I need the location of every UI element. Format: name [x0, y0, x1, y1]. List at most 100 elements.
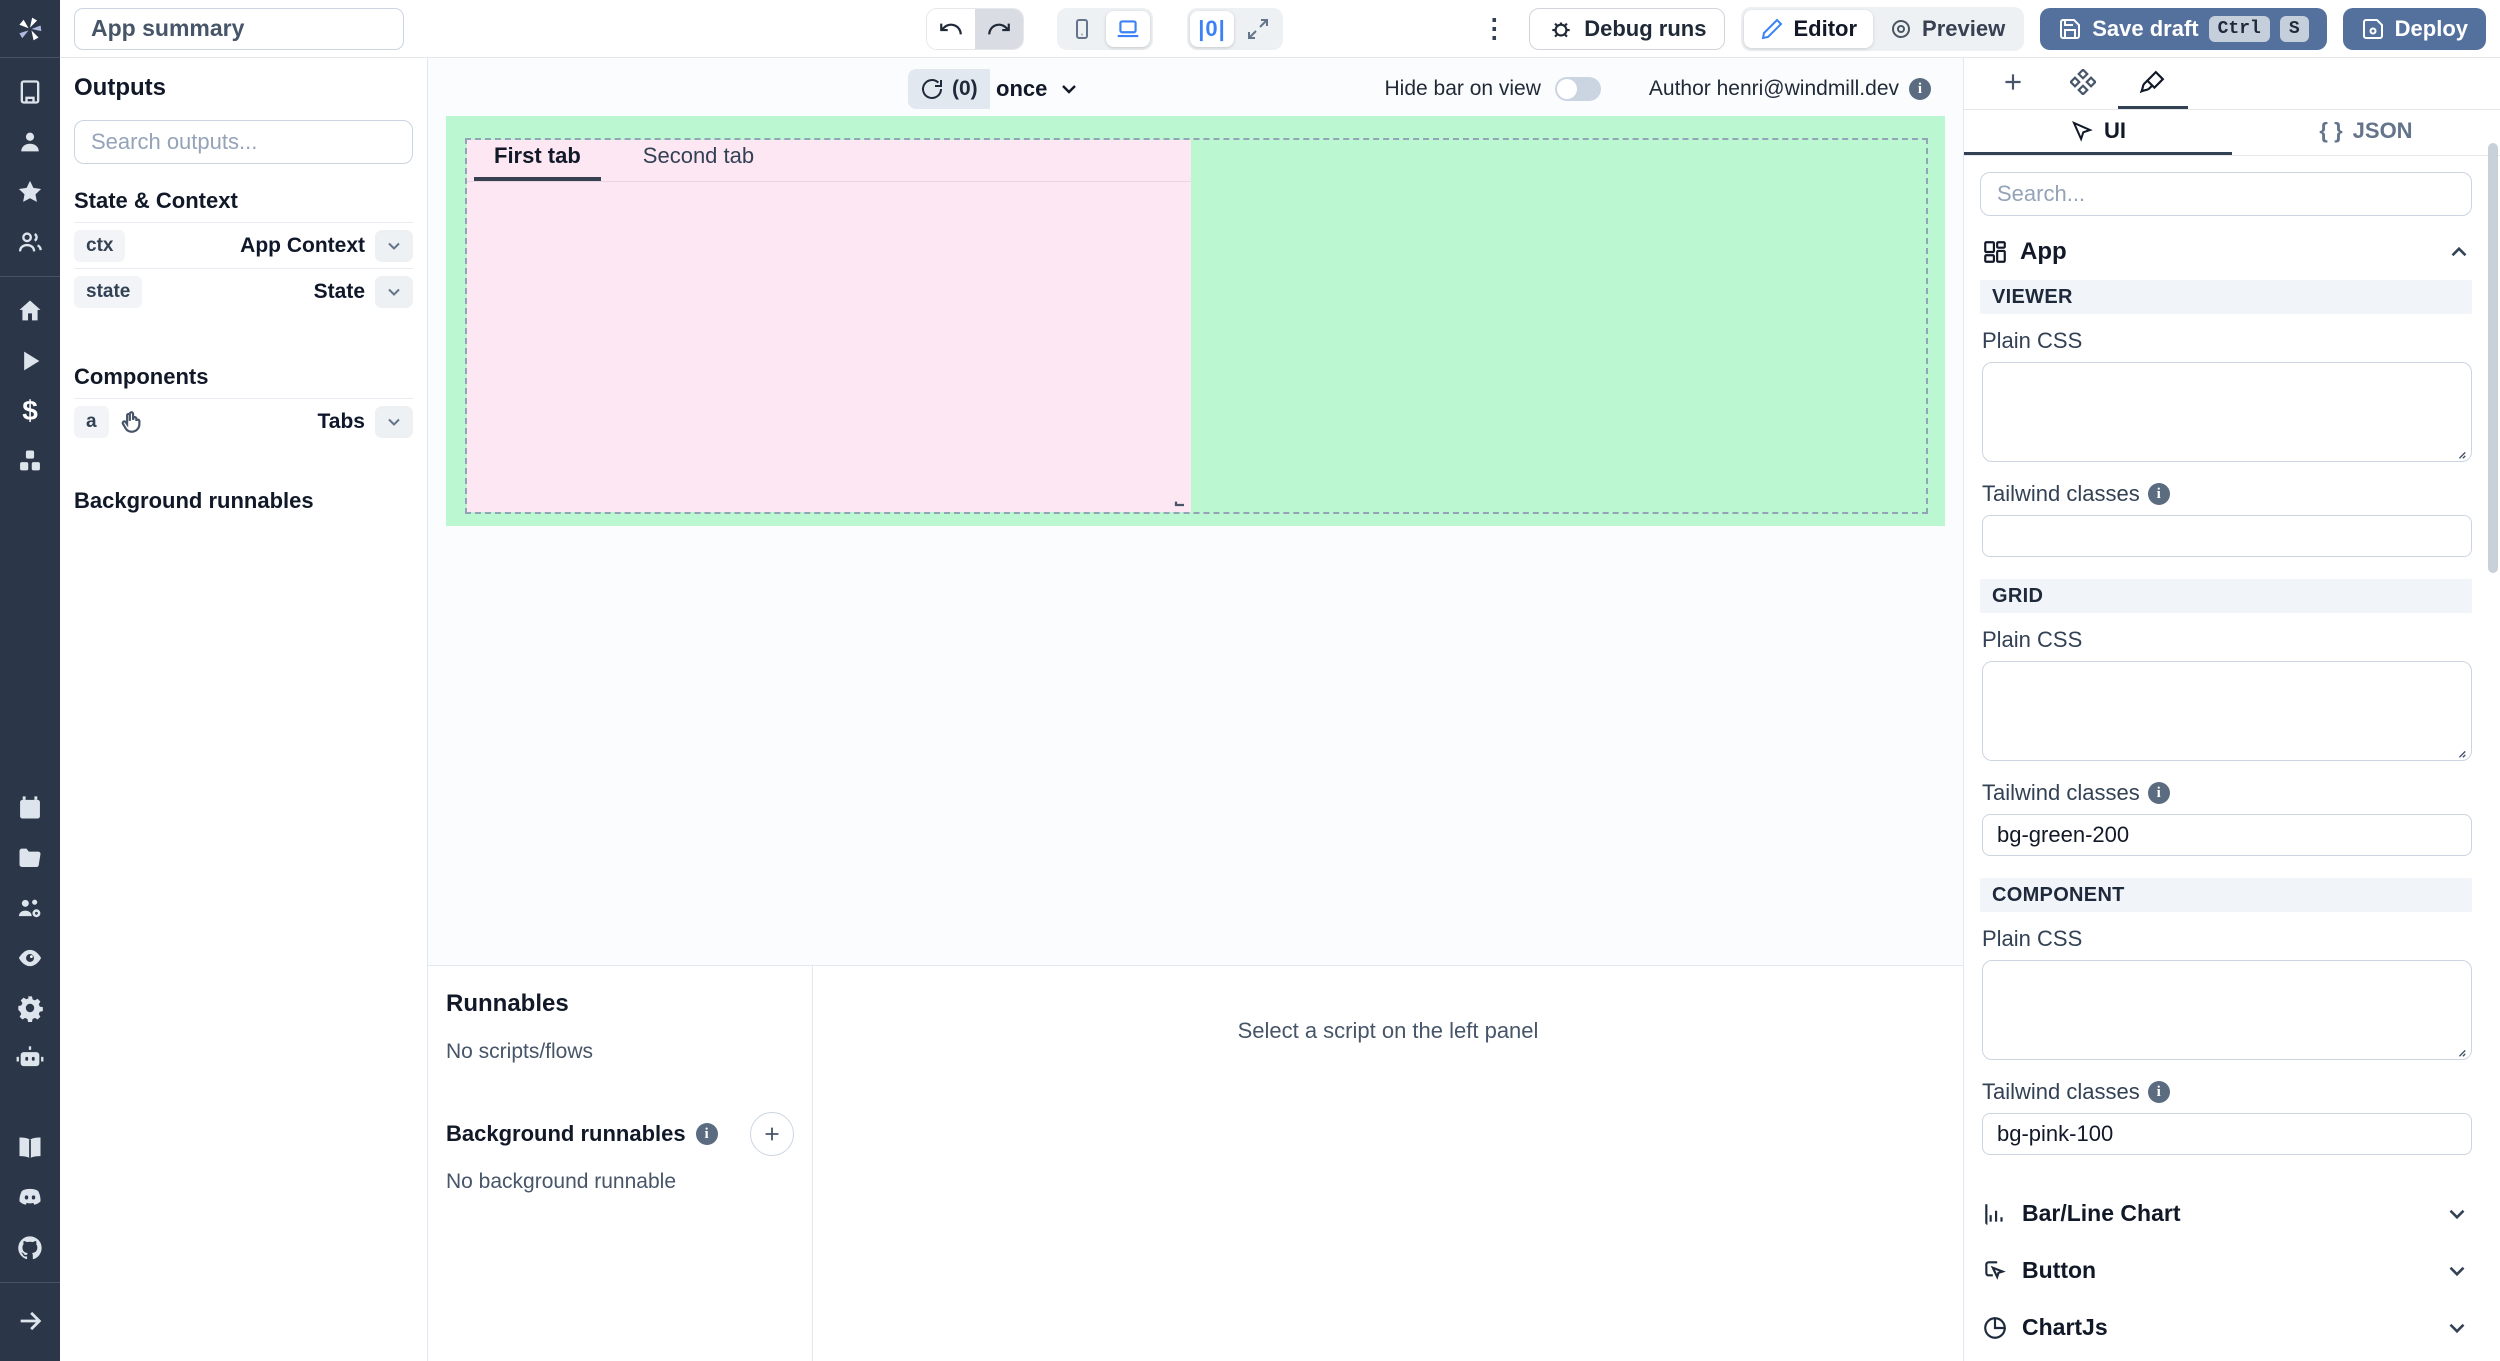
undo-icon: [938, 16, 964, 42]
app-grid[interactable]: First tab Second tab: [446, 116, 1945, 526]
expand-row-button[interactable]: [375, 230, 413, 262]
refresh-icon: [920, 77, 944, 101]
book-icon[interactable]: [16, 1134, 44, 1162]
expand-row-button[interactable]: [375, 276, 413, 308]
editor-preview-toggle: Editor Preview: [1741, 7, 2024, 51]
star-icon[interactable]: [16, 178, 44, 206]
desktop-view-button[interactable]: [1106, 11, 1150, 47]
gear-icon[interactable]: [16, 994, 44, 1022]
tabs-component-cell[interactable]: First tab Second tab: [465, 138, 1928, 514]
component-style-row-button[interactable]: Button: [1964, 1242, 2500, 1299]
resize-icon: [2453, 446, 2467, 460]
mobile-view-button[interactable]: [1060, 11, 1104, 47]
chevron-up-icon[interactable]: [2446, 239, 2472, 265]
refresh-mode-dropdown[interactable]: once: [986, 69, 1091, 109]
save-draft-button[interactable]: Save draft Ctrl S: [2040, 8, 2326, 50]
debug-runs-label: Debug runs: [1584, 16, 1706, 42]
info-icon[interactable]: i: [696, 1123, 718, 1145]
workers-icon[interactable]: [16, 894, 44, 922]
diamonds-icon: [2070, 69, 2096, 95]
fullscreen-button[interactable]: [1236, 11, 1280, 47]
app-section-header[interactable]: App: [1982, 238, 2472, 266]
user-icon[interactable]: [16, 128, 44, 156]
grid-plain-css-textarea[interactable]: [1982, 661, 2472, 761]
plus-icon: [2000, 69, 2026, 95]
no-scripts-label: No scripts/flows: [446, 1040, 794, 1064]
tab-preview[interactable]: Preview: [1873, 10, 2021, 48]
grid-tailwind-input[interactable]: [1982, 814, 2472, 856]
component-tailwind-input[interactable]: [1982, 1113, 2472, 1155]
component-style-row-conditional-tabs[interactable]: Conditional tabs: [1964, 1356, 2500, 1361]
building-icon[interactable]: [16, 78, 44, 106]
plain-css-label: Plain CSS: [1982, 926, 2472, 952]
viewer-tailwind-input[interactable]: [1982, 515, 2472, 557]
styling-tab[interactable]: [2118, 58, 2188, 109]
github-icon[interactable]: [16, 1234, 44, 1262]
output-row-state[interactable]: state State: [74, 268, 413, 314]
deploy-button[interactable]: Deploy: [2343, 8, 2486, 50]
tabs-component[interactable]: First tab Second tab: [467, 140, 1191, 512]
author-label: Author henri@windmill.dev: [1649, 77, 1899, 101]
component-style-row-barline[interactable]: Bar/Line Chart: [1964, 1185, 2500, 1242]
info-icon[interactable]: i: [2148, 483, 2170, 505]
tab-first[interactable]: First tab: [474, 143, 601, 181]
hide-bar-toggle[interactable]: [1555, 77, 1601, 101]
tab-ui[interactable]: UI: [1964, 110, 2232, 155]
component-plain-css-textarea[interactable]: [1982, 960, 2472, 1060]
search-outputs-input[interactable]: [74, 120, 413, 164]
cursor-icon: [2070, 119, 2094, 143]
arrow-right-icon[interactable]: [16, 1307, 44, 1335]
layout-dashboard-icon: [1982, 239, 2008, 265]
folder-icon[interactable]: [16, 844, 44, 872]
device-toggle-group: [1057, 8, 1153, 50]
paintbrush-icon: [2140, 69, 2166, 95]
eye-icon[interactable]: [16, 944, 44, 972]
app-summary-input[interactable]: [74, 8, 404, 50]
add-background-runnable-button[interactable]: [750, 1112, 794, 1156]
section-header-viewer: VIEWER: [1980, 280, 2472, 314]
calendar-icon[interactable]: [16, 794, 44, 822]
plain-css-label: Plain CSS: [1982, 328, 2472, 354]
section-header-grid: GRID: [1980, 579, 2472, 613]
app-section-title: App: [2020, 238, 2067, 266]
components-tab[interactable]: [2048, 58, 2118, 109]
undo-button[interactable]: [927, 9, 975, 49]
debug-runs-button[interactable]: Debug runs: [1529, 8, 1725, 50]
expand-row-button[interactable]: [375, 406, 413, 438]
state-context-title: State & Context: [74, 188, 413, 214]
play-icon[interactable]: [16, 347, 44, 375]
button-icon: [1982, 1258, 2008, 1284]
output-row-component-a[interactable]: a Tabs: [74, 398, 413, 444]
redo-button[interactable]: [975, 9, 1023, 49]
center-align-button[interactable]: |0|: [1190, 11, 1234, 47]
viewer-plain-css-textarea[interactable]: [1982, 362, 2472, 462]
robot-icon[interactable]: [16, 1044, 44, 1072]
home-icon[interactable]: [16, 297, 44, 325]
tab-editor[interactable]: Editor: [1744, 10, 1873, 48]
info-icon[interactable]: i: [2148, 1081, 2170, 1103]
cubes-icon[interactable]: [16, 447, 44, 475]
outputs-title: Outputs: [74, 74, 413, 102]
chevron-down-icon: [2444, 1258, 2470, 1284]
more-menu-button[interactable]: ⋮: [1475, 13, 1513, 44]
dollar-icon[interactable]: $: [22, 397, 38, 425]
bug-icon: [1548, 16, 1574, 42]
info-icon[interactable]: i: [1909, 78, 1931, 100]
insert-component-tab[interactable]: [1978, 58, 2048, 109]
resize-handle-icon[interactable]: [1172, 493, 1188, 509]
users-icon[interactable]: [16, 228, 44, 256]
bar-chart-icon: [1982, 1201, 2008, 1227]
tab-second[interactable]: Second tab: [623, 143, 774, 181]
background-runnables-title: Background runnables: [74, 488, 413, 514]
info-icon[interactable]: i: [2148, 782, 2170, 804]
settings-panel: UI { } JSON App VIEWER Plain CSS Tailwin…: [1963, 58, 2500, 1361]
tab-json[interactable]: { } JSON: [2232, 110, 2500, 155]
tabs-header: First tab Second tab: [467, 140, 1191, 182]
search-styles-input[interactable]: [1980, 172, 2472, 216]
scrollbar-thumb[interactable]: [2488, 143, 2498, 573]
output-row-ctx[interactable]: ctx App Context: [74, 222, 413, 268]
refresh-all-button[interactable]: (0): [908, 69, 990, 109]
component-style-row-chartjs[interactable]: ChartJs: [1964, 1299, 2500, 1356]
discord-icon[interactable]: [16, 1184, 44, 1212]
windmill-logo-icon[interactable]: [0, 0, 60, 58]
